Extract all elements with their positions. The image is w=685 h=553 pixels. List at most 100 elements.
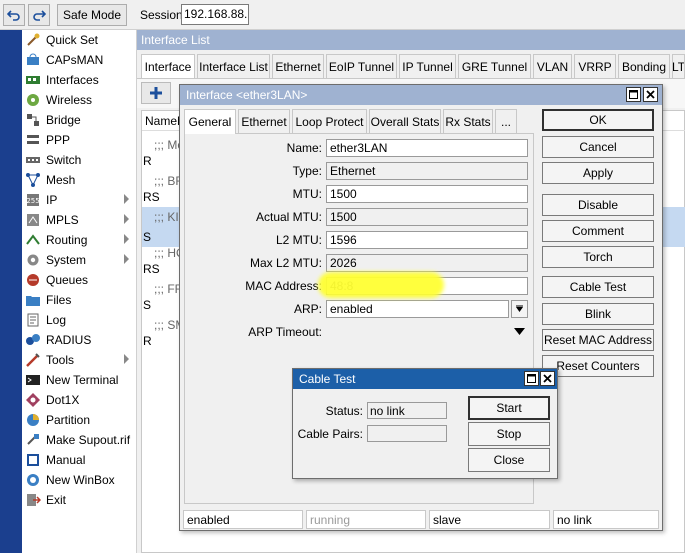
mesh-icon	[26, 173, 40, 187]
tab-rx-stats[interactable]: Rx Stats	[443, 109, 493, 133]
name-field[interactable]: ether3LAN	[326, 139, 528, 157]
close-button[interactable]	[540, 371, 555, 386]
queues-icon	[27, 274, 39, 286]
sidebar-item-label: Bridge	[46, 113, 81, 127]
interface-dialog-title[interactable]: Interface <ether3LAN>	[180, 85, 662, 105]
add-button[interactable]	[141, 82, 171, 104]
tab-ethernet[interactable]: Ethernet	[272, 54, 324, 78]
ip-icon: 255	[26, 194, 40, 206]
tab-eoip-tunnel[interactable]: EoIP Tunnel	[326, 54, 397, 78]
sidebar-item-label: RADIUS	[46, 333, 92, 347]
cable-test-title[interactable]: Cable Test	[293, 369, 557, 389]
tab-vlan[interactable]: VLAN	[533, 54, 572, 78]
tab-lte[interactable]: LT	[672, 54, 685, 78]
tab-vrrp[interactable]: VRRP	[574, 54, 616, 78]
row-flag: R	[143, 154, 152, 168]
max-l2-mtu-field: 2026	[326, 254, 528, 272]
mtu-field[interactable]: 1500	[326, 185, 528, 203]
row-flag: S	[143, 230, 152, 244]
cancel-button[interactable]: Cancel	[542, 136, 654, 158]
redo-button[interactable]	[28, 4, 50, 26]
sidebar-item-interfaces[interactable]: Interfaces	[22, 70, 137, 90]
arp-timeout-field[interactable]	[326, 323, 509, 341]
arp-select[interactable]: enabled	[326, 300, 509, 318]
cable-test-button[interactable]: Cable Test	[542, 276, 654, 298]
switch-icon	[26, 157, 40, 163]
partition-icon	[27, 414, 39, 426]
sidebar-item-queues[interactable]: Queues	[22, 270, 137, 290]
sidebar-item-label: Files	[46, 293, 72, 307]
tab-bonding[interactable]: Bonding	[618, 54, 670, 78]
close-icon	[543, 374, 552, 383]
sidebar-item-tools[interactable]: Tools	[22, 350, 137, 370]
tab-gre-tunnel[interactable]: GRE Tunnel	[458, 54, 531, 78]
sidebar-item-new-winbox[interactable]: New WinBox	[22, 470, 137, 490]
sidebar-item-manual[interactable]: Manual	[22, 450, 137, 470]
sidebar-item-label: Quick Set	[46, 33, 99, 47]
row-flag: R	[143, 334, 152, 348]
log-icon	[27, 313, 39, 327]
torch-button[interactable]: Torch	[542, 246, 654, 268]
sidebar-item-make-supout[interactable]: Make Supout.rif	[22, 430, 137, 450]
sidebar-item-dot1x[interactable]: Dot1X	[22, 390, 137, 410]
column-header-name[interactable]: Name	[145, 114, 177, 128]
maximize-button[interactable]	[626, 87, 641, 102]
apply-button[interactable]: Apply	[542, 162, 654, 184]
capsman-icon	[27, 53, 39, 65]
submenu-arrow-icon	[124, 194, 129, 204]
sidebar-item-exit[interactable]: Exit	[22, 490, 137, 510]
sidebar-item-partition[interactable]: Partition	[22, 410, 137, 430]
status-slave: slave	[429, 510, 550, 529]
row-flag: S	[143, 298, 152, 312]
ok-button[interactable]: OK	[542, 109, 654, 131]
close-dialog-button[interactable]: Close	[468, 448, 550, 472]
comment-button[interactable]: Comment	[542, 220, 654, 242]
start-button[interactable]: Start	[468, 396, 550, 420]
maximize-button[interactable]	[524, 371, 539, 386]
close-button[interactable]	[643, 87, 658, 102]
tab-overall-stats[interactable]: Overall Stats	[369, 109, 441, 133]
redaction-highlight	[318, 272, 444, 298]
status-running: running	[306, 510, 426, 529]
session-field[interactable]: 192.168.88.1	[181, 4, 249, 25]
safe-mode-button[interactable]: Safe Mode	[57, 4, 127, 26]
tab-more[interactable]: ...	[495, 109, 517, 133]
sidebar-item-label: Make Supout.rif	[46, 433, 131, 447]
sidebar-item-label: Mesh	[46, 173, 76, 187]
undo-button[interactable]	[3, 4, 25, 26]
disable-button[interactable]: Disable	[542, 194, 654, 216]
reset-counters-button[interactable]: Reset Counters	[542, 355, 654, 377]
tab-loop-protect[interactable]: Loop Protect	[292, 109, 367, 133]
tab-ip-tunnel[interactable]: IP Tunnel	[399, 54, 456, 78]
sidebar-item-routing[interactable]: Routing	[22, 230, 137, 250]
tab-interface-list[interactable]: Interface List	[197, 54, 270, 78]
sidebar-item-switch[interactable]: Switch	[22, 150, 137, 170]
sidebar-item-quick-set[interactable]: Quick Set	[22, 30, 137, 50]
sidebar-item-files[interactable]: Files	[22, 290, 137, 310]
tab-interface[interactable]: Interface	[141, 54, 195, 78]
sidebar-item-wireless[interactable]: Wireless	[22, 90, 137, 110]
expand-down-icon[interactable]	[514, 328, 525, 336]
sidebar-item-new-terminal[interactable]: New Terminal	[22, 370, 137, 390]
arp-dropdown-button[interactable]	[511, 300, 528, 318]
blink-button[interactable]: Blink	[542, 303, 654, 325]
sidebar-item-system[interactable]: System	[22, 250, 137, 270]
exit-icon	[27, 494, 41, 506]
l2-mtu-field[interactable]: 1596	[326, 231, 528, 249]
sidebar-item-mesh[interactable]: Mesh	[22, 170, 137, 190]
sidebar-item-log[interactable]: Log	[22, 310, 137, 330]
sidebar-item-ppp[interactable]: PPP	[22, 130, 137, 150]
mtu-label: MTU:	[292, 187, 322, 201]
sidebar-item-radius[interactable]: RADIUS	[22, 330, 137, 350]
sidebar-item-capsman[interactable]: CAPsMAN	[22, 50, 137, 70]
actual-mtu-field: 1500	[326, 208, 528, 226]
reset-mac-address-button[interactable]: Reset MAC Address	[542, 329, 654, 351]
sidebar-item-mpls[interactable]: MPLS	[22, 210, 137, 230]
sidebar-item-label: IP	[46, 193, 58, 207]
sidebar-item-ip[interactable]: 255 IP	[22, 190, 137, 210]
cable-pairs-label: Cable Pairs:	[297, 427, 363, 441]
sidebar-item-bridge[interactable]: Bridge	[22, 110, 137, 130]
tab-ethernet[interactable]: Ethernet	[238, 109, 290, 133]
tab-general[interactable]: General	[184, 109, 236, 134]
stop-button[interactable]: Stop	[468, 422, 550, 446]
